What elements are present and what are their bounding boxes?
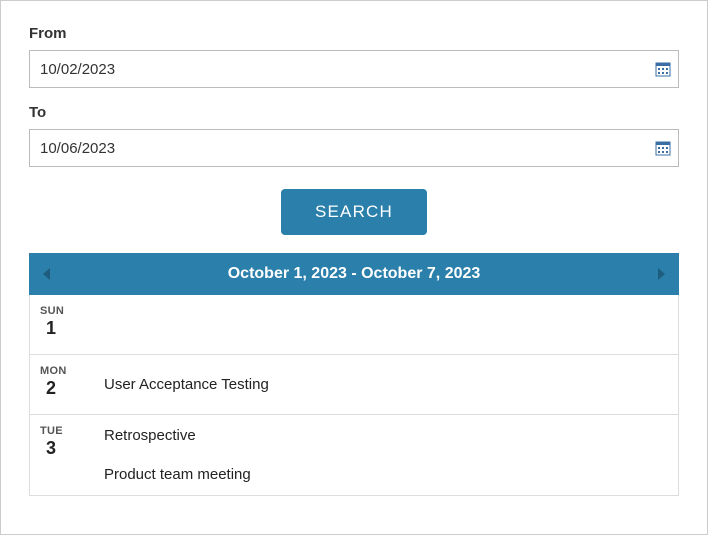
day-number: 1 (46, 318, 88, 339)
search-button[interactable]: SEARCH (281, 189, 427, 235)
search-row: SEARCH (29, 189, 679, 235)
day-abbr: MON (40, 365, 88, 377)
to-date-input[interactable] (29, 129, 679, 167)
app-container: From To (0, 0, 708, 535)
day-abbr: TUE (40, 425, 88, 437)
from-input-wrapper (29, 50, 679, 88)
day-label: MON2 (30, 355, 88, 414)
from-field-group: From (29, 25, 679, 88)
day-abbr: SUN (40, 305, 88, 317)
from-label: From (29, 25, 679, 42)
prev-week-button[interactable] (43, 268, 52, 280)
days-container: SUN1MON2User Acceptance TestingTUE3Retro… (29, 295, 679, 496)
next-week-button[interactable] (656, 268, 665, 280)
day-row: TUE3 Retrospective Product team meeting (30, 415, 678, 495)
to-label: To (29, 104, 679, 121)
calendar-event[interactable]: Product team meeting (104, 466, 668, 483)
day-row: SUN1 (30, 295, 678, 355)
calendar-event[interactable]: Retrospective (104, 427, 668, 444)
day-label: SUN1 (30, 295, 88, 354)
to-field-group: To (29, 104, 679, 167)
day-label: TUE3 (30, 415, 88, 495)
calendar-range-title: October 1, 2023 - October 7, 2023 (228, 265, 481, 283)
calendar-event[interactable]: User Acceptance Testing (104, 376, 668, 393)
chevron-left-icon (43, 268, 52, 280)
day-number: 3 (46, 438, 88, 459)
day-row: MON2 User Acceptance Testing (30, 355, 678, 415)
day-events: User Acceptance Testing (88, 355, 678, 414)
chevron-right-icon (656, 268, 665, 280)
day-events: Retrospective Product team meeting (88, 415, 678, 495)
from-date-input[interactable] (29, 50, 679, 88)
day-events (88, 295, 678, 354)
day-number: 2 (46, 378, 88, 399)
calendar-week-header: October 1, 2023 - October 7, 2023 (29, 253, 679, 295)
to-input-wrapper (29, 129, 679, 167)
